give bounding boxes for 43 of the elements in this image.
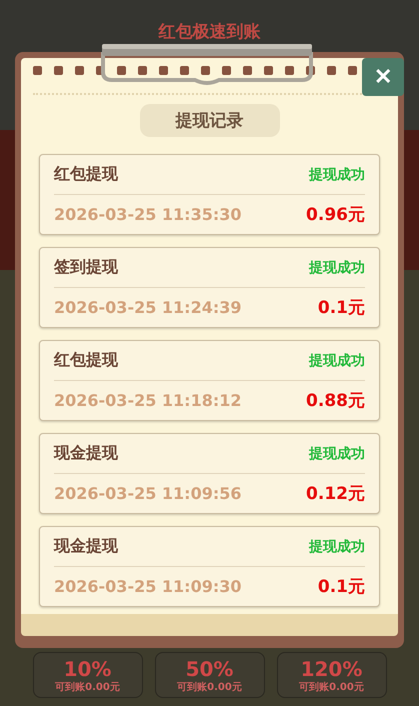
record-amount: 0.96元 <box>306 204 365 226</box>
tier-note: 可到账0.00元 <box>177 680 242 694</box>
binding-hole <box>158 66 168 75</box>
close-button[interactable]: ✕ <box>362 58 404 96</box>
record-type: 签到提现 <box>54 257 118 278</box>
binding-hole <box>54 66 62 75</box>
binding-hole <box>264 66 272 75</box>
record-time: 2026-03-25 11:18:12 <box>54 391 242 410</box>
binding-hole <box>348 66 356 75</box>
record-time: 2026-03-25 11:35:30 <box>54 205 242 224</box>
record-amount: 0.12元 <box>306 483 365 505</box>
tier-note: 可到账0.00元 <box>55 680 120 694</box>
binding-hole <box>138 66 146 75</box>
record-time: 2026-03-25 11:09:56 <box>54 484 242 503</box>
background-title: 红包极速到账 <box>158 21 260 43</box>
binding-hole <box>242 66 252 75</box>
record-time: 2026-03-25 11:24:39 <box>54 298 242 317</box>
record-amount: 0.1元 <box>318 297 365 319</box>
record-status: 提现成功 <box>309 352 365 370</box>
record-status: 提现成功 <box>309 538 365 556</box>
record-status: 提现成功 <box>309 258 365 276</box>
record-type: 现金提现 <box>54 536 118 557</box>
tier-percent: 10% <box>64 658 112 680</box>
binding-hole <box>200 66 210 75</box>
record-type: 红包提现 <box>54 350 118 371</box>
record-amount: 0.88元 <box>306 390 365 412</box>
record-type: 红包提现 <box>54 164 118 185</box>
binding-hole <box>326 66 336 75</box>
binding-hole <box>180 66 188 75</box>
binding-hole <box>284 66 294 75</box>
tier-percent: 50% <box>186 658 234 680</box>
binding-hole <box>222 66 230 75</box>
tier-note: 可到账0.00元 <box>299 680 364 694</box>
dialog-title: 提现记录 <box>140 104 280 137</box>
binding-hole <box>116 66 126 75</box>
binding-hole <box>32 66 42 75</box>
record-type: 现金提现 <box>54 443 118 464</box>
record-time: 2026-03-25 11:09:30 <box>54 577 242 596</box>
record-status: 提现成功 <box>309 444 365 462</box>
tier-percent: 120% <box>300 658 362 680</box>
record-status: 提现成功 <box>309 166 365 184</box>
binding-hole <box>74 66 84 75</box>
record-amount: 0.1元 <box>318 576 365 598</box>
